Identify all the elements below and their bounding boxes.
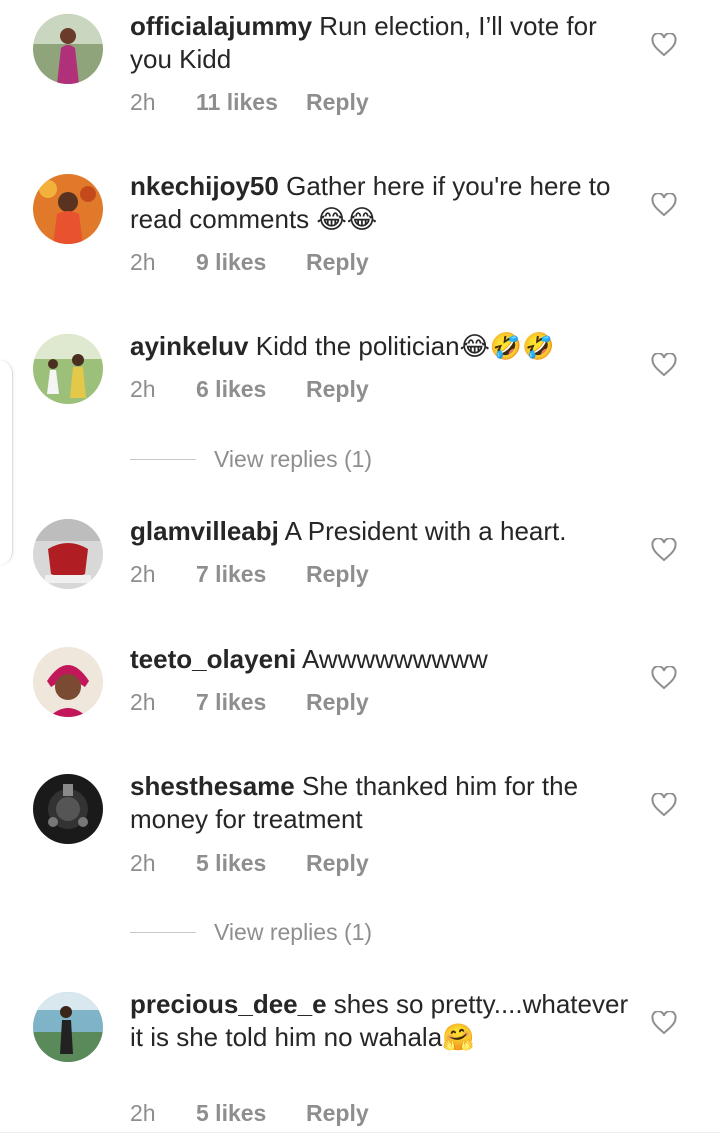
reply-button[interactable]: Reply — [306, 249, 369, 276]
comment-message: A President with a heart. — [284, 516, 567, 546]
comment-meta: 2h 11 likes Reply — [130, 87, 369, 117]
view-replies-button[interactable]: View replies (1) — [130, 444, 372, 474]
comment-time: 2h — [130, 849, 156, 876]
comment-text: nkechijoy50 Gather here if you're here t… — [130, 170, 635, 236]
heart-outline-icon[interactable] — [651, 353, 677, 377]
comment-time: 2h — [130, 1099, 156, 1126]
comment-message: Awwwwwwwww — [301, 644, 488, 674]
comment-time: 2h — [130, 560, 156, 587]
comment-time: 2h — [130, 88, 156, 115]
view-replies-label[interactable]: View replies (1) — [214, 919, 372, 946]
comment-likes[interactable]: 9 likes — [196, 249, 306, 276]
comment-username[interactable]: glamvilleabj — [130, 516, 279, 546]
divider-line — [130, 458, 196, 460]
avatar[interactable] — [33, 174, 103, 244]
avatar[interactable] — [33, 334, 103, 404]
comment-message: Kidd the politician😂🤣🤣 — [255, 331, 555, 361]
comment-username[interactable]: nkechijoy50 — [130, 171, 279, 201]
comment-meta: 2h 9 likes Reply — [130, 247, 369, 277]
view-replies-label[interactable]: View replies (1) — [214, 446, 372, 473]
avatar[interactable] — [33, 519, 103, 589]
comment-username[interactable]: teeto_olayeni — [130, 644, 296, 674]
comment-username[interactable]: officialajummy — [130, 11, 312, 41]
comment-likes[interactable]: 6 likes — [196, 376, 306, 403]
avatar[interactable] — [33, 992, 103, 1062]
reply-button[interactable]: Reply — [306, 89, 369, 116]
comment-likes[interactable]: 11 likes — [196, 89, 306, 116]
bottom-divider — [0, 1132, 720, 1144]
comment-meta: 2h 5 likes Reply — [130, 848, 369, 878]
avatar[interactable] — [33, 774, 103, 844]
reply-button[interactable]: Reply — [306, 689, 369, 716]
comment-likes[interactable]: 5 likes — [196, 850, 306, 877]
divider-line — [130, 931, 196, 933]
comment-likes[interactable]: 5 likes — [196, 1100, 306, 1127]
reply-button[interactable]: Reply — [306, 850, 369, 877]
comment-text: precious_dee_e shes so pretty....whateve… — [130, 988, 635, 1054]
comment-text: teeto_olayeni Awwwwwwwww — [130, 643, 635, 676]
reply-button[interactable]: Reply — [306, 1100, 369, 1127]
heart-outline-icon[interactable] — [651, 666, 677, 690]
comment-meta: 2h 7 likes Reply — [130, 559, 369, 589]
comment-time: 2h — [130, 248, 156, 275]
side-panel-edge — [0, 360, 13, 565]
reply-button[interactable]: Reply — [306, 561, 369, 588]
view-replies-button[interactable]: View replies (1) — [130, 917, 372, 947]
comment-meta: 2h 6 likes Reply — [130, 374, 369, 404]
heart-outline-icon[interactable] — [651, 33, 677, 57]
comment-username[interactable]: ayinkeluv — [130, 331, 249, 361]
comment-text: ayinkeluv Kidd the politician😂🤣🤣 — [130, 330, 635, 363]
heart-outline-icon[interactable] — [651, 193, 677, 217]
comment-text: shesthesame She thanked him for the mone… — [130, 770, 635, 836]
comment-username[interactable]: shesthesame — [130, 771, 295, 801]
comment-text: officialajummy Run election, I’ll vote f… — [130, 10, 635, 76]
comment-likes[interactable]: 7 likes — [196, 561, 306, 588]
comment-username[interactable]: precious_dee_e — [130, 989, 327, 1019]
heart-outline-icon[interactable] — [651, 1011, 677, 1035]
comment-meta: 2h 7 likes Reply — [130, 687, 369, 717]
comment-likes[interactable]: 7 likes — [196, 689, 306, 716]
heart-outline-icon[interactable] — [651, 793, 677, 817]
avatar[interactable] — [33, 647, 103, 717]
comment-meta: 2h 5 likes Reply — [130, 1098, 369, 1128]
comment-time: 2h — [130, 688, 156, 715]
comment-text: glamvilleabj A President with a heart. — [130, 515, 635, 548]
heart-outline-icon[interactable] — [651, 538, 677, 562]
reply-button[interactable]: Reply — [306, 376, 369, 403]
comment-time: 2h — [130, 375, 156, 402]
avatar[interactable] — [33, 14, 103, 84]
